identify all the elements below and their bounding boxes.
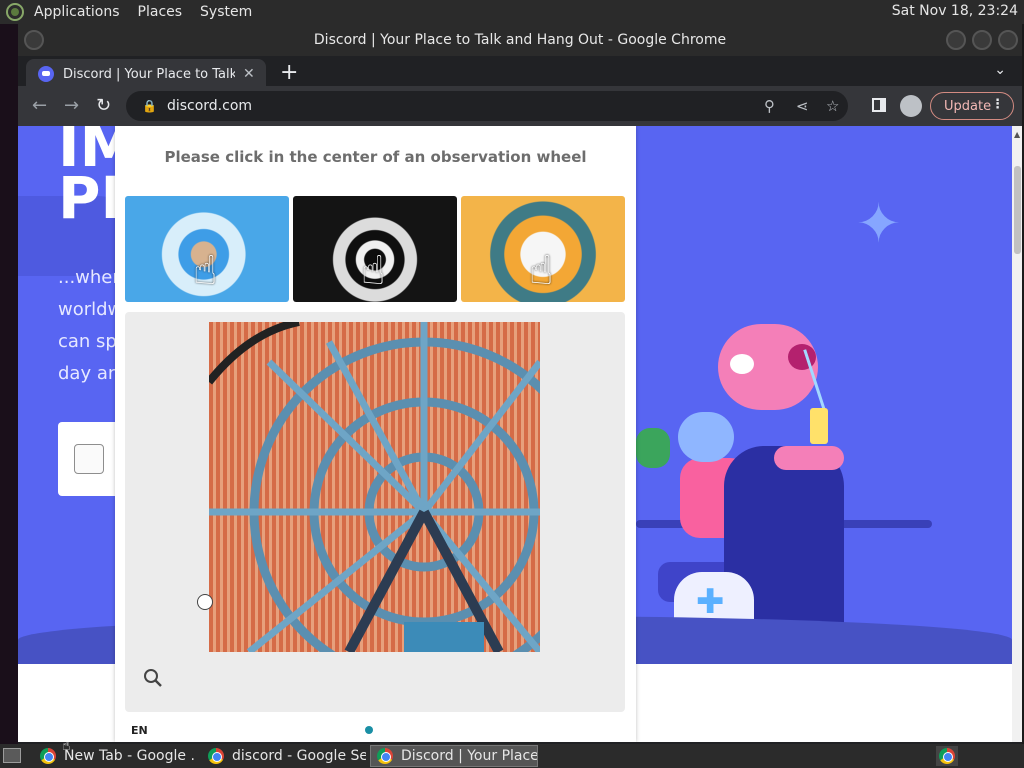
reload-icon[interactable]: ↻	[96, 95, 111, 116]
taskbar-item-new-tab[interactable]: New Tab - Google ...	[34, 745, 196, 767]
top-panel: Applications Places System Sat Nov 18, 2…	[0, 0, 1024, 24]
back-arrow-icon[interactable]: ←	[32, 95, 47, 116]
tab-title: Discord | Your Place to Talk and Hang Ou…	[63, 66, 235, 82]
captcha-checkbox[interactable]	[74, 444, 104, 474]
chrome-icon	[208, 748, 224, 764]
update-label: Update	[944, 98, 992, 114]
lock-icon[interactable]: 🔒	[142, 99, 157, 113]
window-titlebar[interactable]: Discord | Your Place to Talk and Hang Ou…	[18, 24, 1022, 56]
update-button[interactable]: Update ⋮	[930, 92, 1014, 120]
window-menu-icon[interactable]	[24, 30, 44, 50]
pointer-hand-icon: ☝	[361, 248, 386, 294]
pointer-hand-icon: ☝	[193, 248, 218, 294]
captcha-example-1: ☝	[125, 196, 289, 302]
taskbar-label: New Tab - Google ...	[64, 748, 196, 764]
discord-favicon-icon	[38, 66, 54, 82]
taskbar: New Tab - Google ... discord - Google Se…	[0, 744, 1024, 768]
tab-search-chevron-icon[interactable]: ⌄	[994, 62, 1006, 78]
illustration-friend-head	[678, 412, 734, 462]
captcha-challenge: Please click in the center of an observa…	[115, 126, 636, 742]
close-tab-icon[interactable]: ✕	[243, 66, 255, 82]
para-line-3: can sp	[58, 331, 117, 352]
illustration-green-friend	[636, 428, 670, 468]
click-marker	[197, 594, 213, 610]
language-selector[interactable]: EN	[131, 724, 148, 737]
gnome-foot-icon[interactable]	[6, 3, 24, 21]
chrome-icon	[939, 748, 955, 764]
observation-wheel-image[interactable]	[209, 322, 540, 652]
hero-paragraph: ...wher worldw can sp day an	[58, 262, 118, 390]
taskbar-label: Discord | Your Place ...	[401, 748, 538, 764]
tray-chrome-launcher[interactable]	[936, 746, 958, 766]
profile-avatar-icon[interactable]	[900, 95, 922, 117]
magnifier-icon[interactable]	[143, 668, 163, 688]
captcha-prompt: Please click in the center of an observa…	[164, 148, 587, 166]
illustration-eye	[730, 354, 754, 374]
captcha-example-3: ☝	[461, 196, 625, 302]
taskbar-item-discord-search[interactable]: discord - Google Se...	[202, 745, 366, 767]
taskbar-item-discord-active[interactable]: Discord | Your Place ...	[370, 745, 538, 767]
para-line-4: day an	[58, 363, 118, 384]
sparkle-icon: ✦	[856, 192, 902, 255]
tab-discord[interactable]: Discord | Your Place to Talk and Hang Ou…	[26, 59, 266, 89]
captcha-example-2: ☝	[293, 196, 457, 302]
challenge-progress-dot	[365, 726, 373, 734]
system-menu[interactable]: System	[200, 4, 252, 20]
scroll-up-arrow-icon[interactable]: ▲	[1014, 130, 1020, 139]
side-panel-icon[interactable]	[872, 98, 886, 112]
close-window-icon[interactable]	[998, 30, 1018, 50]
chrome-icon	[377, 748, 393, 764]
illustration-cup	[810, 408, 828, 444]
illustration-arm	[774, 446, 844, 470]
forward-arrow-icon[interactable]: →	[64, 95, 79, 116]
page-viewport: IM PL ...wher worldw can sp day an ✦ ✚ P…	[18, 126, 1012, 742]
panel-clock[interactable]: Sat Nov 18, 23:24	[892, 3, 1018, 19]
scrollbar-thumb[interactable]	[1014, 166, 1021, 254]
show-desktop-icon[interactable]	[3, 748, 21, 763]
chrome-icon	[40, 748, 56, 764]
pointer-hand-icon: ☝	[529, 248, 554, 294]
tab-strip: Discord | Your Place to Talk and Hang Ou…	[18, 56, 1022, 89]
address-bar[interactable]: 🔒 discord.com ⚲ ⋖ ☆	[126, 91, 848, 121]
dpad-icon: ✚	[696, 582, 725, 622]
chrome-window: Discord | Your Place to Talk and Hang Ou…	[18, 24, 1022, 744]
applications-menu[interactable]: Applications	[34, 4, 120, 20]
menu-kebab-icon[interactable]: ⋮	[991, 97, 1004, 112]
para-line-2: worldw	[58, 299, 118, 320]
desktop-background	[0, 24, 18, 744]
bookmark-star-icon[interactable]: ☆	[826, 97, 839, 115]
mouse-pointer-icon: ☝	[62, 738, 71, 754]
url-text: discord.com	[166, 98, 253, 114]
taskbar-label: discord - Google Se...	[232, 748, 366, 764]
zoom-search-icon[interactable]: ⚲	[764, 97, 775, 115]
ferris-wheel-drawing	[209, 322, 540, 652]
maximize-icon[interactable]	[972, 30, 992, 50]
browser-toolbar: ← → ↻ 🔒 discord.com ⚲ ⋖ ☆ Update ⋮	[18, 86, 1022, 126]
places-menu[interactable]: Places	[138, 4, 183, 20]
para-line-1: ...wher	[58, 267, 118, 288]
share-icon[interactable]: ⋖	[796, 97, 809, 115]
window-title: Discord | Your Place to Talk and Hang Ou…	[313, 32, 727, 48]
minimize-icon[interactable]	[946, 30, 966, 50]
challenge-area	[125, 312, 625, 712]
new-tab-plus-icon[interactable]: +	[280, 60, 298, 85]
